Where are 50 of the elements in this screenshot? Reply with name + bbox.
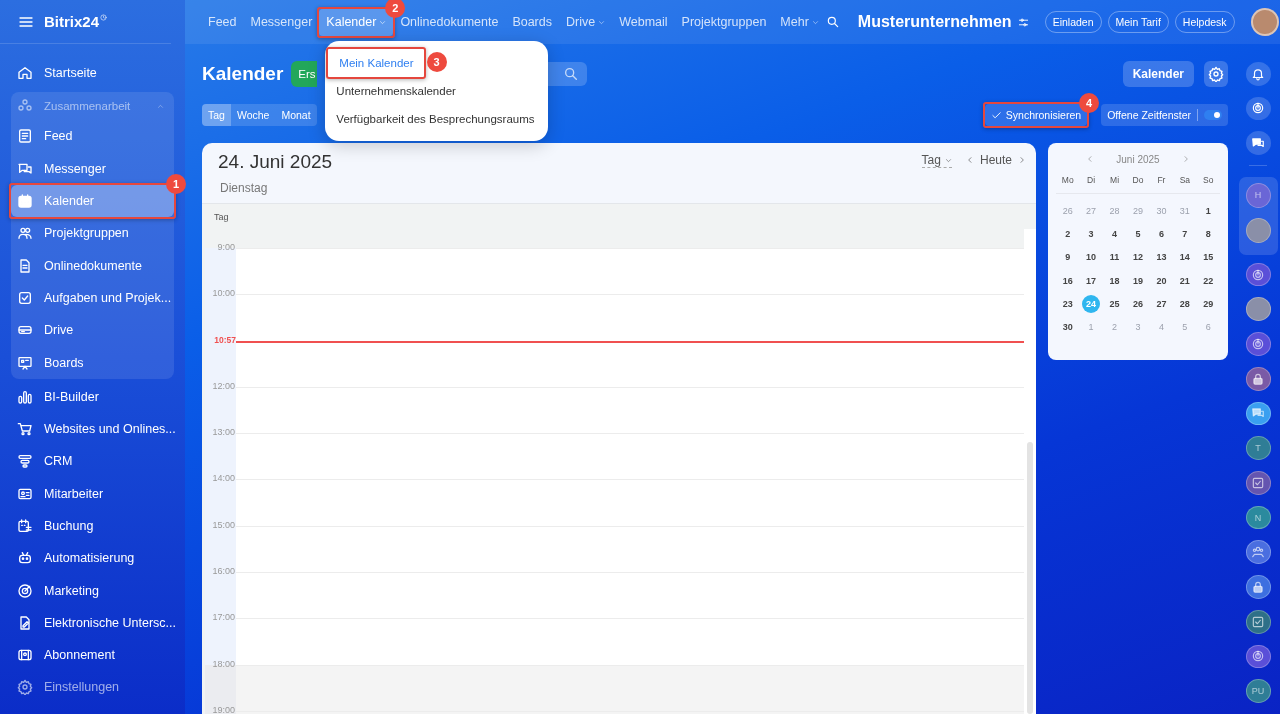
month-label: Juni 2025 [1116,153,1160,165]
weekday-label: So [1202,175,1215,185]
logo-text: Bitrix24 [44,13,100,30]
toggle-label: Offene Zeitfenster [1107,109,1191,121]
group-label: Zusammenarbeit [44,100,132,113]
hour-label: 14:00 [211,473,236,484]
weekday-label: Fr [1156,175,1167,185]
item-label: Elektronische Untersc... [44,615,176,630]
hour-label: 10:00 [211,288,236,299]
item-label: Aufgaben und Projek... [44,290,172,305]
item-label: Projektgruppen [44,226,129,241]
hour-label: 13:00 [211,427,236,438]
hour-label: 19:00 [211,704,236,714]
hour-label: 16:00 [211,566,236,577]
item-label: Marketing [44,583,99,598]
step-badge: 4 [1079,93,1100,113]
date-heading: 24. Juni 2025 [218,151,333,173]
step-badge: 2 [385,0,406,18]
weekday-label: Do [1131,175,1145,185]
item-label: Messenger [44,161,106,176]
item-label: BI-Builder [44,389,99,404]
item-label: Einstellungen [44,680,120,695]
item-label: Startseite [44,66,97,81]
company-name: Musterunternehmen [857,13,1012,31]
hour-label: 9:00 [216,242,236,252]
item-label: Feed [44,129,73,144]
item-label: Automatisierung [44,551,135,566]
hour-label: 15:00 [211,519,236,530]
item-label: Onlinedokumente [44,258,142,273]
page-title: Kalender [202,63,284,85]
item-label: CRM [44,454,73,469]
item-label: Boards [44,355,84,370]
weekday-label: Mi [1109,175,1121,185]
item-label: Mitarbeiter [44,486,104,501]
weekday-label: Sa [1178,175,1192,185]
weekday-label: Di [1086,175,1097,185]
item-label: Websites und Onlines... [44,422,176,437]
item-label: Drive [44,323,74,338]
step-badge: 3 [426,51,447,72]
item-label: Kalender [44,194,95,209]
hour-label: 18:00 [211,658,236,669]
weekday-label: Dienstag [220,181,269,195]
step-badge: 1 [166,173,186,194]
hour-label: 12:00 [211,380,236,391]
weekday-label: Mo [1060,175,1075,185]
hour-label: 17:00 [211,612,236,623]
item-label: Buchung [44,519,94,533]
all-day-label: Tag [214,211,229,222]
current-time-label: 10:57 [213,334,236,345]
item-label: Abonnement [44,648,115,663]
